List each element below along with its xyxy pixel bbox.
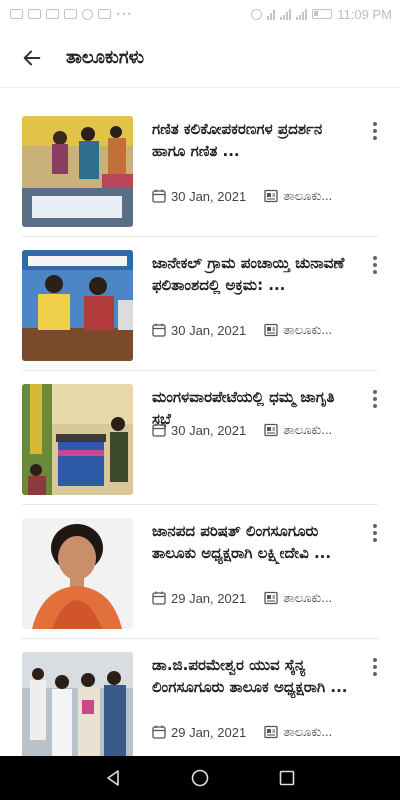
- article-image: [22, 652, 133, 763]
- article-category[interactable]: ತಾಲೂಕು...: [283, 590, 332, 606]
- article-image: [22, 250, 133, 361]
- calendar-icon: [152, 423, 166, 437]
- article-thumbnail[interactable]: [22, 652, 133, 763]
- nav-back-button[interactable]: [98, 763, 128, 793]
- article-title[interactable]: ಜಾನಪದ ಪರಿಷತ್ ಲಿಂಗಸೂಗೂರು ತಾಲೂಕು ಅಧ್ಯಕ್ಷರಾ…: [152, 520, 354, 564]
- category-icon: [264, 189, 278, 203]
- calendar-icon: [152, 189, 166, 203]
- article-thumbnail[interactable]: [22, 518, 133, 629]
- category-icon: [264, 423, 278, 437]
- article-date: 30 Jan, 2021: [171, 188, 247, 204]
- back-button[interactable]: [16, 42, 48, 74]
- list-item[interactable]: ಜಾನೇಕಲ್ ಗ್ರಾಮ ಪಂಚಾಯ್ತಿ ಚುನಾವಣೆ ಫಲಿತಾಂಶದಲ…: [0, 236, 400, 370]
- battery-icon: [312, 9, 333, 19]
- status-time: 11:09 PM: [337, 6, 392, 22]
- article-image: [22, 384, 133, 495]
- circle-home-icon: [191, 769, 209, 787]
- category-icon: [264, 725, 278, 739]
- category-icon: [264, 323, 278, 337]
- article-meta: 30 Jan, 2021 ತಾಲೂಕು...: [152, 422, 332, 438]
- article-image: [22, 518, 133, 629]
- article-meta: 30 Jan, 2021 ತಾಲೂಕು...: [152, 188, 332, 204]
- list-item[interactable]: ಡಾ.ಜಿ.ಪರಮೇಶ್ವರ ಯುವ ಸೈನ್ಯ ಲಿಂಗಸೂಗೂರು ತಾಲೂ…: [0, 638, 400, 772]
- article-meta: 29 Jan, 2021 ತಾಲೂಕು...: [152, 590, 332, 606]
- arrow-left-icon: [23, 50, 41, 65]
- article-category[interactable]: ತಾಲೂಕು...: [283, 322, 332, 338]
- more-notifications-icon: ···: [116, 7, 133, 21]
- article-category[interactable]: ತಾಲೂಕು...: [283, 724, 332, 740]
- more-options-icon[interactable]: [368, 522, 382, 544]
- nav-recents-button[interactable]: [272, 763, 302, 793]
- system-icons: 11:09 PM: [251, 7, 392, 22]
- article-title[interactable]: ಜಾನೇಕಲ್ ಗ್ರಾಮ ಪಂಚಾಯ್ತಿ ಚುನಾವಣೆ ಫಲಿತಾಂಶದಲ…: [152, 252, 354, 296]
- more-options-icon[interactable]: [368, 388, 382, 410]
- article-date: 30 Jan, 2021: [171, 322, 247, 338]
- status-bar: ··· 11:09 PM: [0, 0, 400, 28]
- hotspot-icon: [251, 8, 263, 20]
- article-date: 30 Jan, 2021: [171, 422, 247, 438]
- image-icon: [98, 9, 111, 19]
- list-item[interactable]: ಗಣಿತ ಕಲಿಕೋಪಕರಣಗಳ ಪ್ರದರ್ಶನ ಹಾಗೂ ಗಣಿತ ... …: [0, 102, 400, 236]
- article-list: ಗಣಿತ ಕಲಿಕೋಪಕರಣಗಳ ಪ್ರದರ್ಶನ ಹಾಗೂ ಗಣಿತ ... …: [0, 102, 400, 772]
- article-category[interactable]: ತಾಲೂಕು...: [283, 422, 332, 438]
- more-options-icon[interactable]: [368, 120, 382, 142]
- page-title: ತಾಲೂಕುಗಳು: [66, 47, 145, 68]
- app-icon: [82, 8, 93, 20]
- list-item[interactable]: ಜಾನಪದ ಪರಿಷತ್ ಲಿಂಗಸೂಗೂರು ತಾಲೂಕು ಅಧ್ಯಕ್ಷರಾ…: [0, 504, 400, 638]
- wifi-icon: [267, 9, 276, 20]
- app-bar: ತಾಲೂಕುಗಳು: [0, 28, 400, 88]
- nav-home-button[interactable]: [185, 763, 215, 793]
- signal-icon-2: [296, 8, 308, 20]
- article-title[interactable]: ಗಣಿತ ಕಲಿಕೋಪಕರಣಗಳ ಪ್ರದರ್ಶನ ಹಾಗೂ ಗಣಿತ ...: [152, 118, 354, 162]
- triangle-back-icon: [107, 770, 120, 786]
- calendar-icon: [152, 725, 166, 739]
- article-category[interactable]: ತಾಲೂಕು...: [283, 188, 332, 204]
- article-meta: 29 Jan, 2021 ತಾಲೂಕು...: [152, 724, 332, 740]
- article-image: [22, 116, 133, 227]
- system-nav-bar: [0, 756, 400, 800]
- news-icon: [46, 9, 59, 19]
- more-options-icon[interactable]: [368, 656, 382, 678]
- article-thumbnail[interactable]: [22, 384, 133, 495]
- signal-icon-1: [280, 8, 292, 20]
- category-icon: [264, 591, 278, 605]
- calendar-icon: [152, 591, 166, 605]
- article-thumbnail[interactable]: [22, 250, 133, 361]
- message-icon: [10, 9, 23, 19]
- gmail-icon: [64, 9, 77, 19]
- mail-icon: [28, 9, 41, 19]
- article-date: 29 Jan, 2021: [171, 724, 247, 740]
- article-thumbnail[interactable]: [22, 116, 133, 227]
- square-recents-icon: [279, 770, 294, 786]
- article-meta: 30 Jan, 2021 ತಾಲೂಕು...: [152, 322, 332, 338]
- more-options-icon[interactable]: [368, 254, 382, 276]
- article-date: 29 Jan, 2021: [171, 590, 247, 606]
- notification-icons: ···: [10, 7, 133, 21]
- calendar-icon: [152, 323, 166, 337]
- list-item[interactable]: ಮಂಗಳವಾರಪೇಟೆಯಲ್ಲಿ ಧಮ್ಮ ಜಾಗೃತಿ ಸಭೆ 30 Jan,…: [0, 370, 400, 504]
- article-title[interactable]: ಡಾ.ಜಿ.ಪರಮೇಶ್ವರ ಯುವ ಸೈನ್ಯ ಲಿಂಗಸೂಗೂರು ತಾಲೂ…: [152, 654, 354, 698]
